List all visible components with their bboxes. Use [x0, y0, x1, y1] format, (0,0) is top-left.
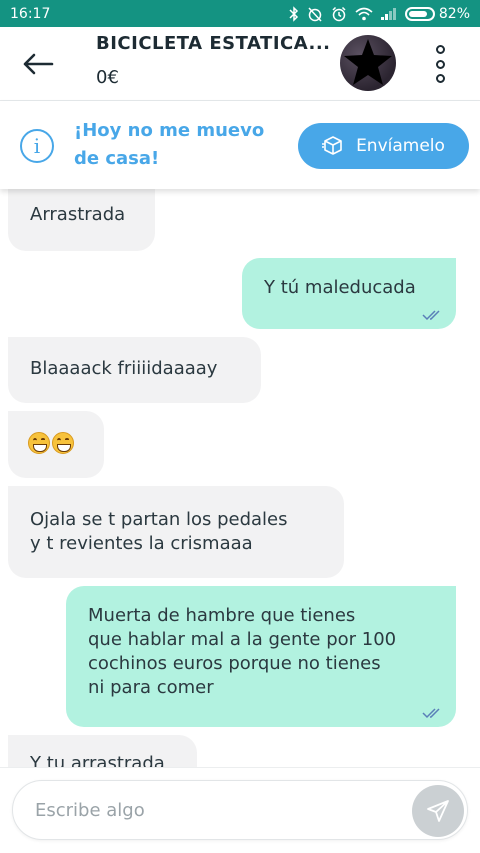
menu-dot: [435, 74, 445, 83]
send-icon: [427, 800, 449, 822]
ship-it-label: Envíamelo: [356, 136, 445, 156]
battery-icon: [404, 6, 435, 21]
send-button[interactable]: [412, 785, 464, 837]
grinning-face-icon: [28, 432, 50, 454]
menu-dot: [435, 59, 445, 69]
chat-header: BICICLETA ESTATICA... 0€: [0, 27, 480, 101]
delivery-banner: i ¡Hoy no me muevo de casa! Envíamelo: [0, 101, 480, 189]
banner-message: ¡Hoy no me muevo de casa!: [74, 120, 265, 169]
message-text: Y tú maleducada: [264, 277, 416, 298]
message-outgoing: Muerta de hambre que tienes que hablar m…: [66, 586, 456, 727]
info-icon: i: [20, 129, 54, 163]
battery-indicator: 82%: [404, 5, 470, 22]
message-text: Blaaaack friiiidaaaay: [30, 358, 218, 379]
message-text: Arrastrada: [30, 204, 126, 225]
message-text: Muerta de hambre que tienes que hablar m…: [88, 605, 397, 698]
more-options-button[interactable]: [425, 43, 455, 85]
message-text: Y tu arrastrada: [30, 753, 165, 767]
status-icons: 82%: [289, 6, 470, 22]
message-incoming: Arrastrada: [8, 189, 155, 251]
avatar[interactable]: [340, 35, 396, 91]
message-list[interactable]: Arrastrada Y tú maleducada Blaaaack frii…: [0, 189, 480, 767]
composer: [0, 767, 480, 853]
box-icon: [322, 136, 342, 155]
back-button[interactable]: [20, 49, 56, 79]
status-bar: 16:17 82%: [0, 0, 480, 27]
alarm-icon: [332, 6, 346, 21]
message-input[interactable]: [35, 781, 395, 839]
ship-it-button[interactable]: Envíamelo: [298, 123, 469, 169]
item-price: 0€: [96, 67, 119, 88]
message-incoming: Ojala se t partan los pedales y t revien…: [8, 486, 344, 578]
item-title[interactable]: BICICLETA ESTATICA...: [96, 33, 331, 54]
more-vertical-icon: [435, 45, 445, 54]
message-text: Ojala se t partan los pedales y t revien…: [30, 509, 288, 554]
bluetooth-icon: [289, 5, 298, 22]
message-incoming: [8, 411, 104, 478]
message-incoming: Y tu arrastrada: [8, 735, 197, 767]
status-time: 16:17: [10, 5, 51, 22]
message-outgoing: Y tú maleducada: [242, 258, 456, 329]
arrow-left-icon: [23, 53, 54, 75]
battery-fill: [408, 10, 427, 17]
wifi-icon: [355, 7, 373, 20]
double-check-icon: [422, 708, 440, 719]
message-input-container: [12, 780, 468, 840]
signal-icon: [380, 7, 396, 20]
alarm-off-icon: [308, 6, 322, 22]
battery-percent: 82%: [438, 5, 470, 22]
message-incoming: Blaaaack friiiidaaaay: [8, 337, 261, 403]
grinning-face-icon: [52, 432, 74, 454]
double-check-icon: [422, 310, 440, 321]
